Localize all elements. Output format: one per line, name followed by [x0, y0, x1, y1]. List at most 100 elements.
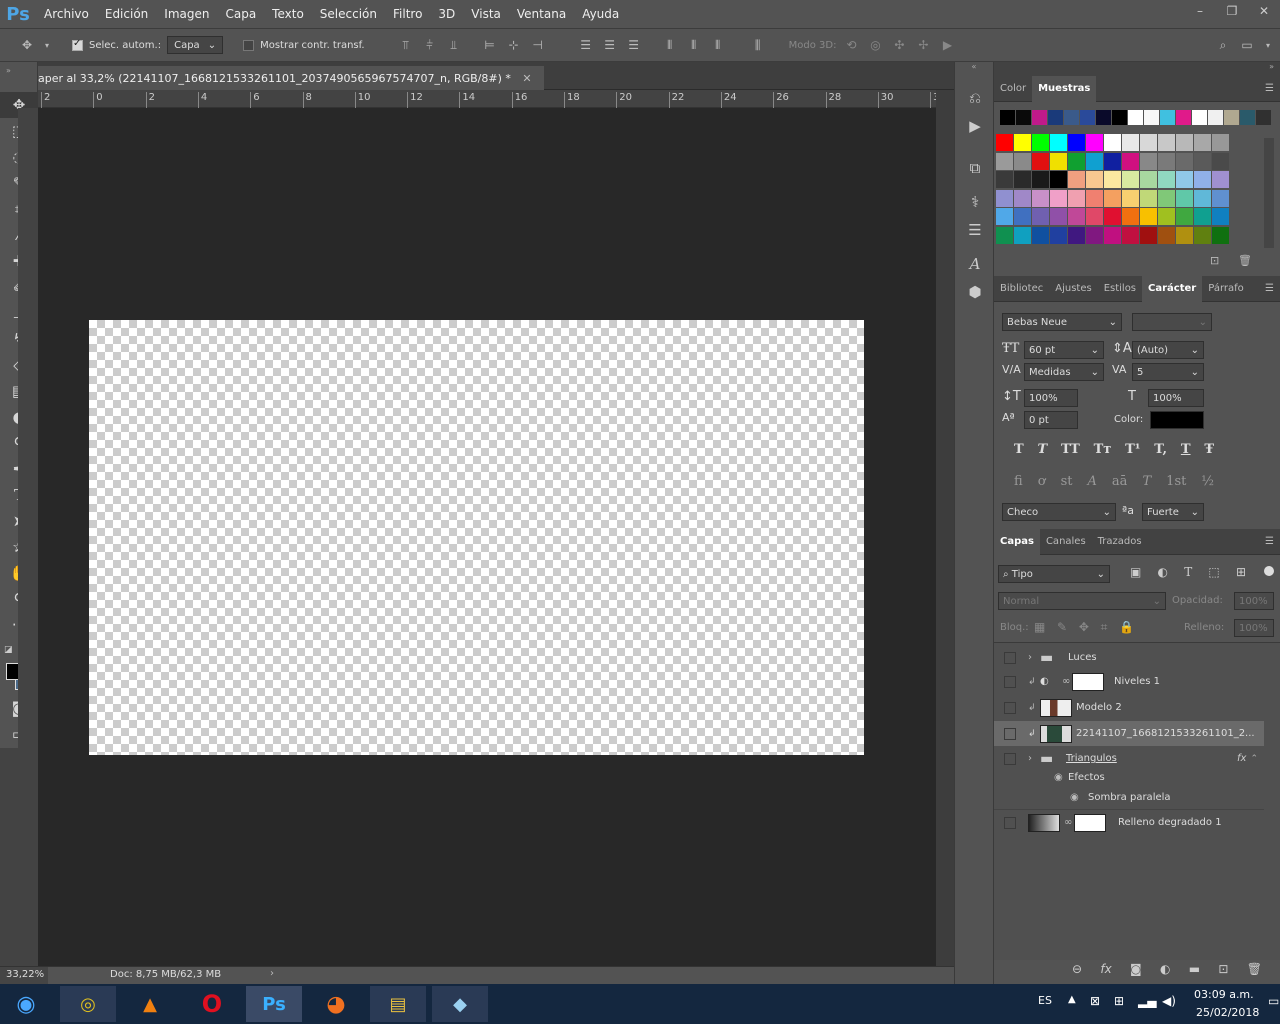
swatch[interactable] [1140, 208, 1157, 225]
align-bottom-icon[interactable]: ⫫ [445, 36, 463, 54]
align-top-icon[interactable]: ⫪ [397, 36, 415, 54]
lock-transparency-icon[interactable]: ▦ [1034, 620, 1045, 635]
opera-icon[interactable]: O [184, 986, 240, 1022]
vlc-icon[interactable]: ▲ [122, 986, 178, 1022]
tab-parrafo[interactable]: Párrafo [1202, 276, 1250, 302]
filter-pixel-icon[interactable]: ▣ [1130, 565, 1141, 579]
swatch[interactable] [1032, 171, 1049, 188]
add-mask-icon[interactable]: ◙ [1130, 962, 1142, 976]
font-size-field[interactable]: 60 pt ⌄ [1024, 341, 1104, 359]
swatch[interactable] [1122, 171, 1139, 188]
tab-muestras[interactable]: Muestras [1032, 75, 1097, 102]
doc-info[interactable]: Doc: 8,75 MB/62,3 MB [110, 969, 221, 980]
leading-field[interactable]: (Auto) ⌄ [1132, 341, 1204, 359]
clock-time[interactable]: 03:09 a.m. [1194, 988, 1254, 1001]
ligatures-button[interactable]: fi [1014, 474, 1023, 494]
swatch[interactable] [1224, 110, 1239, 125]
trash-icon[interactable]: 🗑 [1238, 254, 1252, 267]
lock-position-icon[interactable]: ✥ [1079, 620, 1089, 635]
swatch[interactable] [1122, 226, 1139, 244]
layer-row[interactable]: ↲ ◐ ∞ Niveles 1 [994, 669, 1264, 694]
old-style-button[interactable]: ơ [1038, 474, 1046, 494]
swatch[interactable] [1068, 171, 1085, 188]
swatch[interactable] [1176, 152, 1193, 170]
swatch[interactable] [1158, 152, 1175, 170]
horizontal-scale-field[interactable]: 100% [1148, 389, 1204, 407]
swatch[interactable] [1086, 208, 1103, 225]
swatch[interactable] [1080, 110, 1095, 125]
move-tool-icon[interactable]: ✥ [18, 36, 36, 54]
swatch[interactable] [1104, 134, 1121, 151]
swatch[interactable] [1122, 208, 1139, 225]
rotate-3d-icon[interactable]: ⟲ [842, 36, 860, 54]
swatch[interactable] [1104, 208, 1121, 225]
tab-canales[interactable]: Canales [1040, 529, 1092, 555]
swatch[interactable] [1256, 110, 1271, 125]
vertical-scale-field[interactable]: 100% [1024, 389, 1078, 407]
swatch[interactable] [1122, 189, 1139, 207]
swatch[interactable] [1048, 110, 1063, 125]
swatch[interactable] [1194, 189, 1211, 207]
swatch[interactable] [1086, 152, 1103, 170]
glyphs-icon[interactable]: A [955, 250, 995, 278]
swatch[interactable] [1212, 226, 1229, 244]
swatch[interactable] [1160, 110, 1175, 125]
swatch[interactable] [1158, 134, 1175, 151]
swatch[interactable] [1050, 134, 1067, 151]
show-transform-checkbox[interactable] [243, 39, 255, 51]
zoom-level[interactable]: 33,22% [0, 967, 48, 984]
swatch[interactable] [1032, 110, 1047, 125]
swatch[interactable] [1032, 152, 1049, 170]
swatch[interactable] [1086, 171, 1103, 188]
swatch[interactable] [1176, 226, 1193, 244]
swatch[interactable] [1014, 226, 1031, 244]
effect-row[interactable]: ◉ Sombra paralela [994, 787, 1264, 807]
swatch[interactable] [1068, 189, 1085, 207]
clock-date[interactable]: 25/02/2018 [1196, 1006, 1259, 1019]
panel-collapse-icon[interactable]: » [0, 62, 37, 92]
swatch[interactable] [996, 208, 1013, 225]
swatch[interactable] [1016, 110, 1031, 125]
swatch[interactable] [1014, 208, 1031, 225]
superscript-button[interactable]: T¹ [1125, 442, 1140, 462]
swatch[interactable] [1194, 226, 1211, 244]
filter-toggle[interactable] [1264, 566, 1274, 576]
new-adjustment-icon[interactable]: ◐ [1160, 962, 1170, 976]
brush-presets-icon[interactable]: ⚕ [955, 188, 995, 216]
menu-capa[interactable]: Capa [217, 0, 264, 28]
swatch[interactable] [1240, 110, 1255, 125]
distribute-bottom-icon[interactable]: ☰ [625, 36, 643, 54]
swash-button[interactable]: A [1088, 474, 1097, 494]
swatch[interactable] [1032, 208, 1049, 225]
tab-capas[interactable]: Capas [994, 528, 1040, 555]
tab-bibliotecas[interactable]: Bibliotec [994, 276, 1049, 302]
swatch[interactable] [1104, 171, 1121, 188]
menu-ventana[interactable]: Ventana [509, 0, 574, 28]
all-caps-button[interactable]: TT [1061, 442, 1080, 462]
swatch[interactable] [1014, 134, 1031, 151]
swatch[interactable] [1144, 110, 1159, 125]
tab-caracter[interactable]: Carácter [1142, 275, 1203, 302]
language-dropdown[interactable]: Checo ⌄ [1002, 503, 1116, 521]
filter-adjustment-icon[interactable]: ◐ [1158, 565, 1168, 579]
swatch[interactable] [1176, 189, 1193, 207]
discretionary-ligatures-button[interactable]: st [1061, 474, 1073, 494]
swatch[interactable] [1128, 110, 1143, 125]
swatch[interactable] [1050, 208, 1067, 225]
swatch[interactable] [1192, 110, 1207, 125]
swatch[interactable] [996, 134, 1013, 151]
swatch[interactable] [1140, 189, 1157, 207]
layer-comps-icon[interactable]: ⧉ [955, 154, 995, 182]
network-error-icon[interactable]: ⊠ [1090, 994, 1100, 1008]
align-vcenter-icon[interactable]: ⫩ [421, 36, 439, 54]
swatch[interactable] [1050, 152, 1067, 170]
3d-panel-icon[interactable]: ⬢ [955, 278, 995, 306]
notepad-icon[interactable]: ◆ [432, 986, 488, 1022]
photoshop-icon[interactable]: Ps [246, 986, 302, 1022]
swatch[interactable] [1014, 152, 1031, 170]
swatch[interactable] [1194, 208, 1211, 225]
visibility-toggle[interactable] [1004, 727, 1016, 740]
faux-italic-button[interactable]: T [1037, 442, 1047, 462]
swatch[interactable] [1050, 226, 1067, 244]
strikethrough-button[interactable]: Ŧ [1204, 442, 1214, 462]
